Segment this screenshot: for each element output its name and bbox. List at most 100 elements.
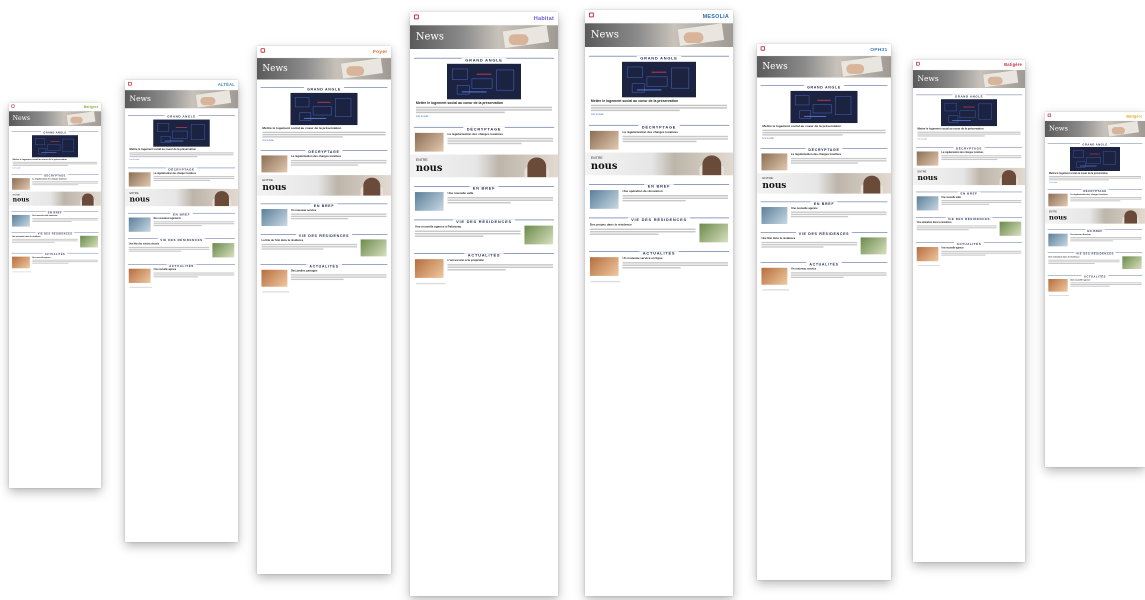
read-more-link[interactable]: Lire la suite (591, 113, 727, 116)
news-banner: News (913, 70, 1025, 88)
list-item[interactable]: Une nouvelle agence (761, 207, 887, 225)
section-actualites: ACTUALITÉS (260, 262, 388, 269)
article-thumbnail (212, 243, 235, 258)
article-thumbnail (589, 130, 619, 150)
news-banner: News (1045, 121, 1145, 137)
feature-title[interactable]: Mettre le logement social au coeur de la… (591, 99, 727, 103)
list-item[interactable]: Une animation dans la résidence (12, 235, 98, 248)
list-item[interactable]: Une fête des voisins réussie (128, 243, 235, 258)
section-actualites: ACTUALITÉS (760, 260, 888, 267)
list-item[interactable]: La régularisation des charges locatives (12, 178, 98, 190)
article-thumbnail (261, 269, 288, 287)
list-item[interactable]: Une nouvelle agence (916, 247, 1022, 262)
list-item[interactable]: La régularisation des charges locatives (761, 153, 887, 171)
list-item[interactable]: Une animation dans la résidence (1048, 256, 1142, 269)
feature-title[interactable]: Mettre le logement social au coeur de la… (1049, 172, 1141, 175)
newsletter-preview: Batigère News GRAND ANGLE Mettre le loge… (913, 60, 1025, 562)
feature-title[interactable]: Mettre le logement social au coeur de la… (416, 101, 552, 105)
section-grand-angle: GRAND ANGLE (260, 85, 388, 92)
feature-title[interactable]: Mettre le logement social au coeur de la… (13, 159, 98, 161)
section-actualites: ACTUALITÉS (915, 240, 1023, 246)
read-more-link[interactable]: Lire la suite (262, 139, 385, 142)
section-vie-residences: VIE DES RÉSIDENCES (1047, 250, 1143, 256)
feature-title[interactable]: Mettre le logement social au coeur de la… (262, 127, 385, 131)
banner-title: News (12, 114, 31, 122)
newsletter-preview: ALTÉAL News GRAND ANGLE Mettre le logeme… (125, 80, 238, 542)
article-thumbnail (916, 151, 939, 166)
list-item[interactable]: Une nouvelle agence (128, 268, 235, 284)
list-item[interactable]: La régularisation des charges locatives (589, 130, 729, 150)
article-title: Une nouvelle agence (32, 256, 51, 259)
article-title: La régularisation des charges locatives (290, 155, 342, 159)
list-item[interactable]: Des jardins partagés (261, 269, 387, 287)
list-item[interactable]: Une animation dans la résidence (916, 221, 1022, 236)
newsletter-header: ALTÉAL (125, 80, 238, 91)
feature-title[interactable]: Mettre le logement social au coeur de la… (762, 125, 885, 129)
article-title: Une fête dans la résidence (761, 237, 796, 241)
article-thumbnail (1048, 233, 1068, 247)
list-item[interactable]: Un nouveau service (261, 209, 387, 227)
read-more-link[interactable]: Lire la suite (1049, 182, 1141, 184)
list-item[interactable]: Une nouvelle salle commune (12, 214, 98, 227)
list-item[interactable]: La régularisation des charges locatives (261, 155, 387, 173)
article-thumbnail (414, 132, 444, 152)
article-title: Des nouveaux logements (153, 217, 181, 220)
list-item[interactable]: Une nouvelle salle (916, 196, 1022, 211)
list-item[interactable]: Des nouveaux logements (128, 217, 235, 232)
article-title: Une nouvelle agence (790, 207, 818, 210)
article-thumbnail (916, 196, 939, 211)
read-more-link[interactable]: Lire la suite (416, 115, 552, 118)
article-thumbnail (261, 155, 288, 173)
list-item[interactable]: Un nouveau service (761, 267, 887, 285)
section-en-bref: EN BREF (128, 211, 235, 217)
feature-title[interactable]: Mettre le logement social au coeur de la… (130, 148, 234, 151)
section-actualites: ACTUALITÉS (11, 251, 99, 256)
article-thumbnail (414, 259, 444, 278)
list-item[interactable]: Une fête dans la résidence (761, 237, 887, 255)
list-item[interactable]: Une nouvelle agence (1048, 279, 1142, 292)
list-item[interactable]: La régularisation des charges locatives (916, 151, 1022, 166)
feature-title[interactable]: Mettre le logement social au coeur de la… (917, 128, 1020, 131)
list-item[interactable]: La régularisation des charges locatives (128, 172, 235, 187)
read-more-link[interactable]: Lire la suite (130, 159, 234, 161)
list-item[interactable]: Un nouveau directeur (1048, 233, 1142, 247)
list-item[interactable]: Un nouveau service en ligne (589, 257, 729, 276)
newsletter-preview: OPH31 News GRAND ANGLE Mettre le logemen… (757, 44, 891, 580)
brand-logo: Batigère (83, 105, 99, 109)
banner-title: News (917, 73, 939, 83)
section-en-bref: EN BREF (11, 209, 99, 215)
list-item[interactable]: La régularisation des charges locatives (414, 132, 554, 152)
section-vie-residences: VIE DES RÉSIDENCES (588, 215, 730, 223)
article-thumbnail (999, 221, 1022, 236)
list-item[interactable]: Une opération de rénovation (589, 190, 729, 209)
group-logo (760, 46, 782, 52)
list-item[interactable]: Une nouvelle agence (12, 256, 98, 269)
read-more-link[interactable]: Lire la suite (13, 167, 98, 169)
list-item[interactable]: La fête de l'été dans la résidence (261, 239, 387, 257)
section-actualites: ACTUALITÉS (413, 250, 555, 258)
article-thumbnail (699, 223, 729, 243)
read-more-link[interactable]: Lire la suite (762, 137, 885, 140)
banner-title: News (762, 60, 788, 72)
list-item[interactable]: L'accession à la propriété (414, 259, 554, 278)
list-item[interactable]: Une nouvelle agence à Palaiseau (414, 225, 554, 245)
list-item[interactable]: La régularisation des charges locatives (1048, 193, 1142, 207)
section-grand-angle: GRAND ANGLE (915, 92, 1023, 98)
banner-title: News (129, 93, 151, 103)
group-logo (11, 104, 26, 109)
list-item[interactable]: Des projets dans la résidence (589, 223, 729, 243)
article-thumbnail (1122, 256, 1142, 269)
list-item[interactable]: Une nouvelle salle (414, 192, 554, 211)
article-title: Un nouveau service (790, 267, 817, 271)
read-more-link[interactable]: Lire la suite (917, 138, 1020, 140)
article-title: Une animation dans la résidence (1048, 256, 1080, 259)
section-actualites: ACTUALITÉS (588, 248, 730, 256)
news-banner: News (757, 56, 891, 78)
section-actualites: ACTUALITÉS (1047, 273, 1143, 278)
newsletter-header: OPH31 (757, 44, 891, 57)
section-decryptage: DÉCRYPTAGE (128, 166, 235, 171)
feature-image (622, 61, 696, 98)
article-title: Une nouvelle salle (447, 192, 474, 196)
article-title: Une animation dans la résidence (12, 235, 41, 238)
newsletter-preview: Batigère News GRAND ANGLE Mettre le loge… (9, 103, 101, 488)
